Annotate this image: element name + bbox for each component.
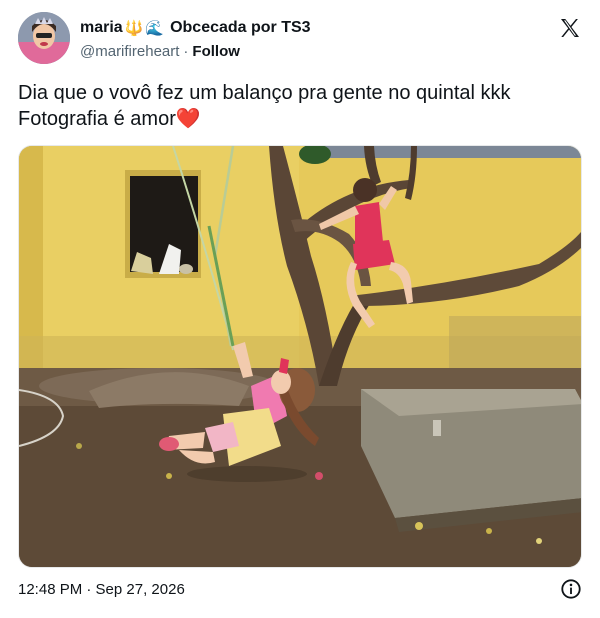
- avatar[interactable]: [18, 12, 70, 64]
- photo-girls-on-swing-in-backyard: [19, 146, 581, 567]
- tweet-text-line-2: Fotografia é amor❤️: [18, 106, 584, 132]
- tweet-text-line-2-text: Fotografia é amor: [18, 108, 176, 130]
- trident-emoji-icon: 🔱: [124, 19, 144, 37]
- tweet-text-line-1: Dia que o vovô fez um balanço pra gente …: [18, 82, 511, 104]
- info-icon[interactable]: [560, 578, 582, 600]
- author-handle[interactable]: @marifireheart: [80, 43, 179, 60]
- tweet-timestamp[interactable]: 12:48 PM · Sep 27, 2026: [18, 581, 185, 598]
- display-name[interactable]: maria: [80, 19, 123, 37]
- separator-dot: ·: [183, 42, 189, 60]
- display-name-suffix[interactable]: Obcecada por TS3: [170, 19, 311, 37]
- follow-button[interactable]: Follow: [192, 43, 240, 60]
- tweet-photo[interactable]: [18, 145, 582, 568]
- handle-row: @marifireheart · Follow: [80, 41, 240, 61]
- tweet-text: Dia que o vovô fez um balanço pra gente …: [18, 80, 584, 132]
- avatar-image: [18, 12, 70, 64]
- x-logo-icon[interactable]: [558, 16, 582, 40]
- author-name-row: maria 🔱 🌊 Obcecada por TS3: [80, 18, 311, 38]
- wave-emoji-icon: 🌊: [145, 19, 165, 37]
- heart-emoji-icon: ❤️: [175, 108, 201, 130]
- tweet-header: maria 🔱 🌊 Obcecada por TS3 @marifirehear…: [18, 12, 584, 66]
- tweet-footer: 12:48 PM · Sep 27, 2026: [18, 578, 584, 600]
